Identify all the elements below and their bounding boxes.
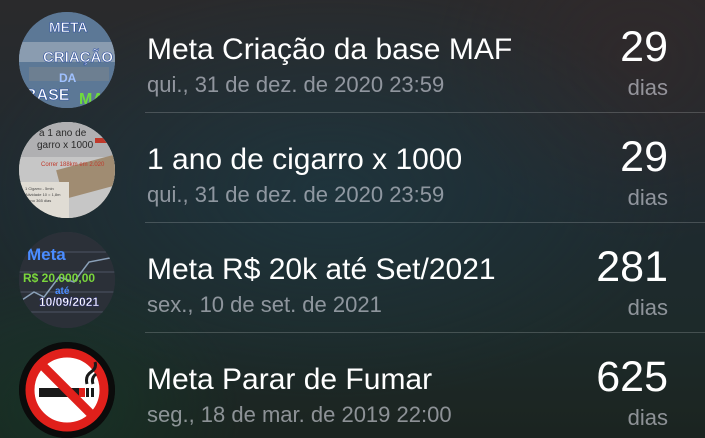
- goal-row[interactable]: Meta R$ 20.000,00 até 10/09/2021 Meta R$…: [0, 223, 705, 333]
- svg-text:R$ 20.000,00: R$ 20.000,00: [23, 271, 95, 285]
- money-goal-image-art: Meta R$ 20.000,00 até 10/09/2021: [19, 232, 115, 328]
- goal-days-unit: dias: [627, 75, 668, 100]
- svg-text:Correr 188km em 2.020: Correr 188km em 2.020: [41, 162, 105, 168]
- goal-title: Meta Criação da base MAF: [147, 33, 513, 66]
- goal-days-count: 29: [620, 23, 668, 71]
- goal-days-unit: dias: [627, 295, 668, 320]
- goal-days-count: 625: [596, 353, 668, 401]
- svg-text:1 ano 365 dias: 1 ano 365 dias: [25, 198, 51, 203]
- goals-list: META CRIAÇÃO DA BASE MAF Meta Criação da…: [0, 0, 705, 438]
- svg-text:Atividade 10 = 1,8m: Atividade 10 = 1,8m: [25, 192, 61, 197]
- money-goal-image: Meta R$ 20.000,00 até 10/09/2021: [19, 232, 115, 328]
- svg-text:MAF: MAF: [79, 91, 114, 108]
- svg-text:Meta: Meta: [27, 245, 66, 264]
- goal-row[interactable]: a 1 ano de garro x 1000 Correr 188km em …: [0, 113, 705, 223]
- goal-days-count: 281: [596, 243, 668, 291]
- goal-row[interactable]: Meta Parar de Fumar seg., 18 de mar. de …: [0, 333, 705, 438]
- svg-text:BASE: BASE: [25, 87, 70, 104]
- maf-goal-image-art: META CRIAÇÃO DA BASE MAF: [19, 12, 115, 108]
- svg-text:10/09/2021: 10/09/2021: [39, 295, 99, 309]
- cigarette-goal-image: a 1 ano de garro x 1000 Correr 188km em …: [19, 122, 115, 218]
- svg-text:garro x 1000: garro x 1000: [37, 140, 94, 151]
- goal-date: seg., 18 de mar. de 2019 22:00: [147, 402, 452, 427]
- svg-text:META: META: [49, 19, 88, 35]
- svg-text:DA: DA: [59, 71, 77, 85]
- goal-row[interactable]: META CRIAÇÃO DA BASE MAF Meta Criação da…: [0, 3, 705, 113]
- goal-days-unit: dias: [627, 185, 668, 210]
- no-smoking-icon: [19, 342, 115, 438]
- goal-days-count: 29: [620, 133, 668, 181]
- cigarette-goal-image-art: a 1 ano de garro x 1000 Correr 188km em …: [19, 122, 115, 218]
- goal-title: 1 ano de cigarro x 1000: [147, 143, 463, 176]
- no-smoking-icon-art: [19, 342, 115, 438]
- goal-date: sex., 10 de set. de 2021: [147, 292, 382, 317]
- goal-days-unit: dias: [627, 405, 668, 430]
- svg-text:1 Cigarro - 5min: 1 Cigarro - 5min: [25, 186, 54, 191]
- goal-title: Meta Parar de Fumar: [147, 363, 433, 396]
- maf-goal-image: META CRIAÇÃO DA BASE MAF: [19, 12, 115, 108]
- goal-title: Meta R$ 20k até Set/2021: [147, 253, 496, 286]
- svg-text:CRIAÇÃO: CRIAÇÃO: [43, 48, 113, 66]
- svg-text:a 1 ano de: a 1 ano de: [39, 128, 87, 139]
- goal-date: qui., 31 de dez. de 2020 23:59: [147, 182, 445, 207]
- goal-date: qui., 31 de dez. de 2020 23:59: [147, 72, 445, 97]
